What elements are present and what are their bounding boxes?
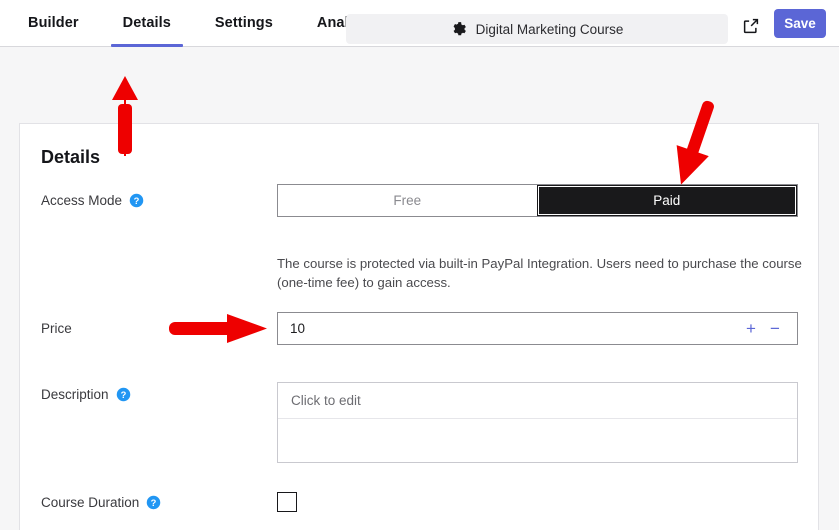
tab-details-label: Details bbox=[122, 15, 171, 31]
help-icon[interactable]: ? bbox=[116, 387, 131, 402]
tab-builder[interactable]: Builder bbox=[6, 0, 101, 47]
tab-active-underline bbox=[110, 43, 183, 47]
tab-settings[interactable]: Settings bbox=[193, 0, 295, 47]
course-title-text: Digital Marketing Course bbox=[475, 21, 624, 37]
top-toolbar: Builder Details Settings Analytics Digit… bbox=[0, 0, 839, 47]
price-decrement-button[interactable]: − bbox=[763, 317, 787, 341]
description-editor[interactable]: Click to edit bbox=[277, 382, 798, 463]
details-panel: Details Access Mode ? Free Paid The cour… bbox=[19, 123, 819, 530]
access-mode-segmented-control: Free Paid bbox=[277, 184, 798, 217]
help-icon[interactable]: ? bbox=[129, 193, 144, 208]
description-placeholder[interactable]: Click to edit bbox=[278, 383, 797, 419]
course-duration-checkbox[interactable] bbox=[277, 492, 297, 512]
price-input[interactable]: 10 bbox=[278, 321, 739, 336]
price-label: Price bbox=[41, 321, 72, 336]
access-mode-option-paid[interactable]: Paid bbox=[536, 185, 797, 216]
course-editor-screen: Builder Details Settings Analytics Digit… bbox=[0, 0, 839, 530]
svg-text:?: ? bbox=[120, 389, 126, 399]
description-body[interactable] bbox=[278, 419, 797, 463]
access-mode-option-free[interactable]: Free bbox=[278, 185, 537, 216]
access-mode-label-group: Access Mode ? bbox=[41, 184, 144, 217]
tab-details[interactable]: Details bbox=[101, 0, 193, 47]
tab-builder-label: Builder bbox=[28, 15, 79, 31]
description-label-group: Description ? bbox=[41, 382, 131, 406]
tab-settings-label: Settings bbox=[214, 15, 273, 31]
primary-tab-bar: Builder Details Settings Analytics bbox=[6, 0, 404, 47]
price-increment-button[interactable]: + bbox=[739, 317, 763, 341]
access-mode-label: Access Mode bbox=[41, 193, 123, 208]
svg-text:?: ? bbox=[134, 196, 140, 206]
page-title: Details bbox=[41, 147, 101, 167]
price-label-group: Price bbox=[41, 312, 72, 345]
course-duration-label: Course Duration bbox=[41, 494, 140, 510]
description-label: Description bbox=[41, 386, 109, 402]
access-mode-helper-text: The course is protected via built-in Pay… bbox=[277, 256, 802, 290]
course-title-button[interactable]: Digital Marketing Course bbox=[346, 14, 728, 44]
save-button[interactable]: Save bbox=[774, 9, 826, 38]
price-field[interactable]: 10 + − bbox=[277, 312, 798, 345]
gear-icon bbox=[453, 22, 466, 36]
svg-text:?: ? bbox=[151, 497, 157, 507]
course-duration-label-group: Course Duration ? bbox=[41, 492, 161, 512]
help-icon[interactable]: ? bbox=[146, 495, 161, 510]
external-link-icon bbox=[743, 18, 759, 34]
open-in-new-tab-button[interactable] bbox=[738, 13, 764, 39]
